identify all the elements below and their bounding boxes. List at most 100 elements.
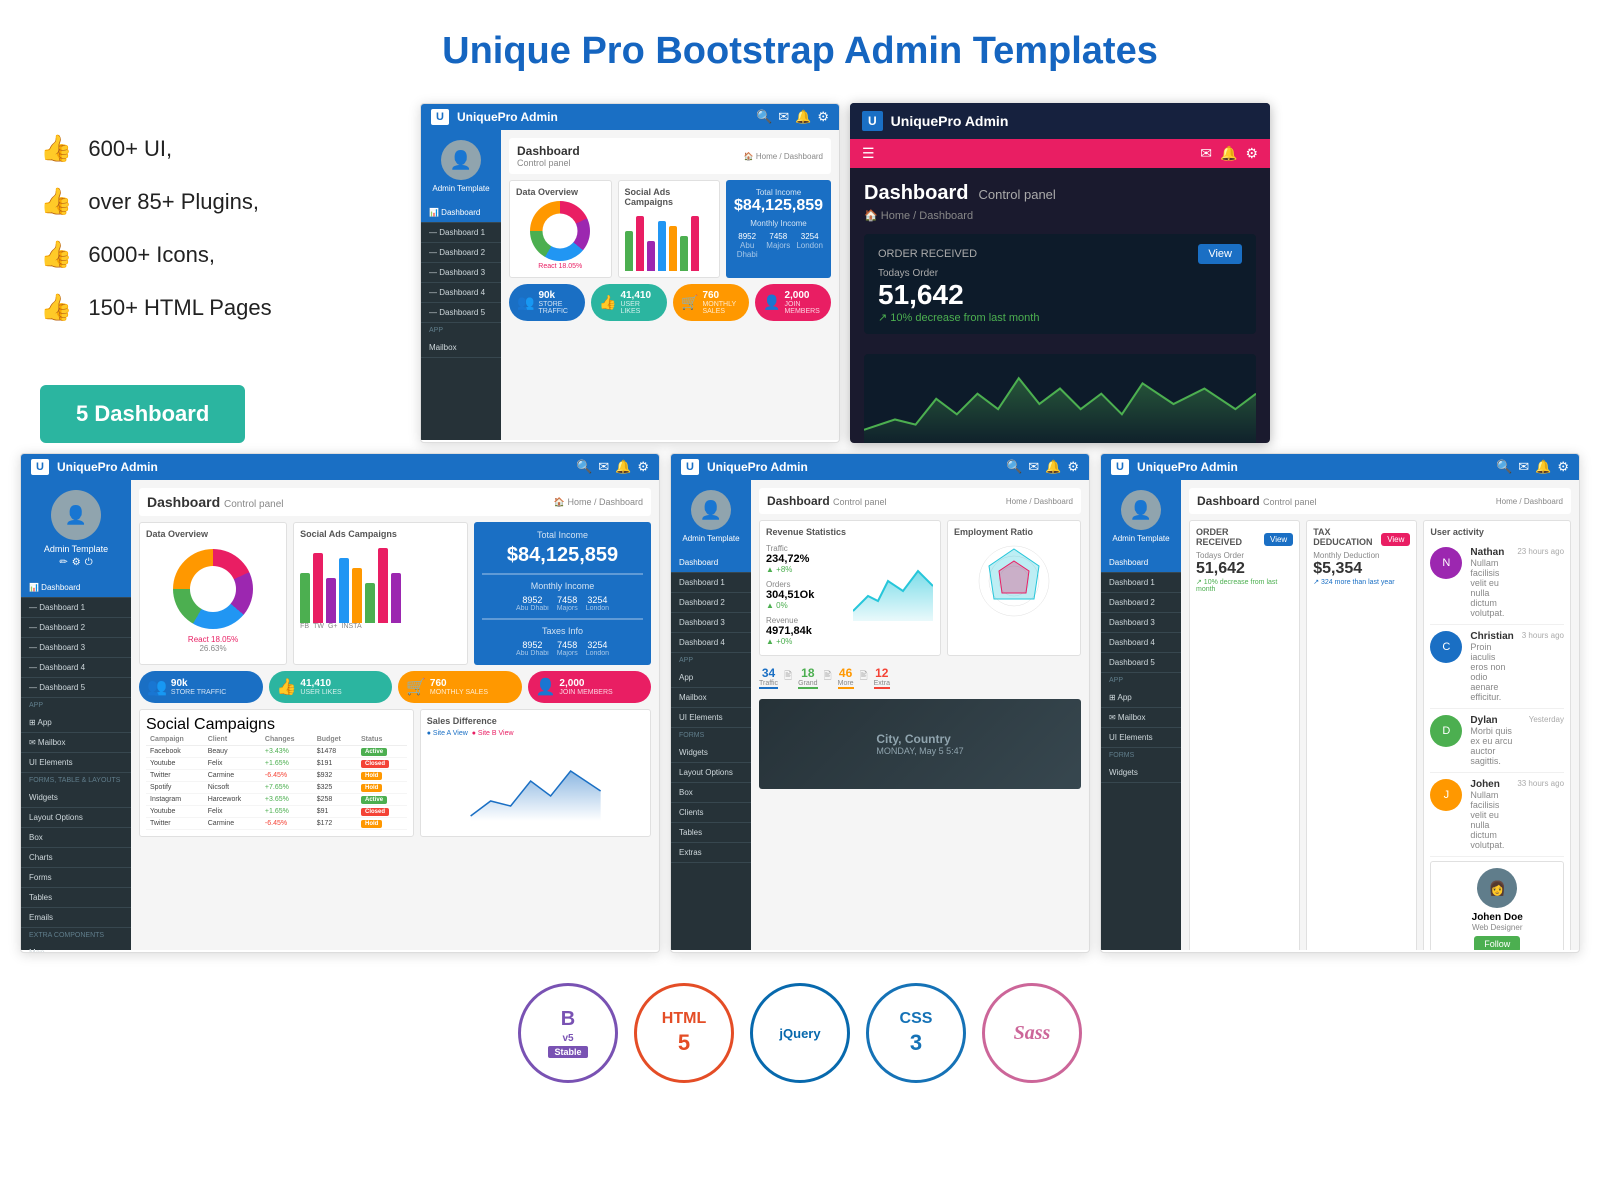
sidebar-item-d5[interactable]: — Dashboard 5 — [421, 303, 501, 323]
mid-sidebar-extras[interactable]: Extras — [671, 843, 751, 863]
large-header-icons: 🔍 ✉ 🔔 ⚙ — [576, 459, 649, 475]
mid-sidebar-d4[interactable]: Dashboard 4 — [671, 633, 751, 653]
large-gear-icon[interactable]: ⚙ — [637, 459, 649, 475]
large-sidebar-dashboard[interactable]: 📊 Dashboard — [21, 578, 131, 598]
mid-gear-icon[interactable]: ⚙ — [1067, 459, 1079, 475]
feature-item-1: 👍600+ UI, — [40, 133, 400, 164]
order-view-button[interactable]: View — [1198, 244, 1242, 264]
sidebar-item-d4[interactable]: — Dashboard 4 — [421, 283, 501, 303]
sales-diff-title: Sales Difference — [427, 716, 644, 726]
table-row: YoutubeFelix+1.65%$191Closed — [146, 758, 407, 770]
mid-sidebar-mailbox[interactable]: Mailbox — [671, 688, 751, 708]
mid-sidebar-ui[interactable]: UI Elements — [671, 708, 751, 728]
large-sidebar-d3[interactable]: — Dashboard 3 — [21, 638, 131, 658]
gear-icon[interactable]: ⚙ — [817, 109, 829, 125]
large-sidebar-layout[interactable]: Layout Options — [21, 808, 131, 828]
large-sidebar-d1[interactable]: — Dashboard 1 — [21, 598, 131, 618]
right-sidebar-d1[interactable]: Dashboard 1 — [1101, 573, 1181, 593]
bar-1 — [625, 231, 633, 271]
large-stat-4: 👤 2,000JOIN MEMBERS — [528, 671, 652, 703]
bell-icon[interactable]: 🔔 — [795, 109, 811, 125]
large-sidebar-map[interactable]: Map — [21, 943, 131, 953]
avatar-logout-icon[interactable]: ⏻ — [85, 557, 93, 568]
large-sidebar-d2[interactable]: — Dashboard 2 — [21, 618, 131, 638]
sidebar-item-d3[interactable]: — Dashboard 3 — [421, 263, 501, 283]
nav-bell-icon[interactable]: 🔔 — [1220, 145, 1237, 162]
mid-sidebar-app-item[interactable]: App — [671, 668, 751, 688]
sidebar-item-dashboard[interactable]: 📊 Dashboard — [421, 203, 501, 223]
nav-gear-icon[interactable]: ⚙ — [1245, 145, 1258, 162]
follow-button[interactable]: Follow — [1474, 936, 1520, 950]
large-sidebar-mailbox[interactable]: ✉ Mailbox — [21, 733, 131, 753]
mid-sidebar-layout[interactable]: Layout Options — [671, 763, 751, 783]
right-sidebar-ui[interactable]: UI Elements — [1101, 728, 1181, 748]
order-line-chart — [864, 354, 1256, 443]
large-sidebar-app-item[interactable]: ⊞ App — [21, 713, 131, 733]
avatar-edit-icon[interactable]: ✏ — [59, 557, 67, 568]
right-sidebar-app-item[interactable]: ⊞ App — [1101, 688, 1181, 708]
large-sidebar-widgets[interactable]: Widgets — [21, 788, 131, 808]
mid-mail-icon[interactable]: ✉ — [1028, 459, 1039, 475]
sidebar-item-mailbox[interactable]: Mailbox — [421, 338, 501, 358]
nav-menu-icon[interactable]: ☰ — [862, 145, 875, 162]
mid-sidebar-d1[interactable]: Dashboard 1 — [671, 573, 751, 593]
sales-diff-chart — [427, 741, 644, 821]
right-mail-icon[interactable]: ✉ — [1518, 459, 1529, 475]
order-change: ↗ 10% decrease from last month — [878, 311, 1242, 324]
large-bell-icon[interactable]: 🔔 — [615, 459, 631, 475]
right-bell-icon[interactable]: 🔔 — [1535, 459, 1551, 475]
dashboard-badge[interactable]: 5 Dashboard — [40, 385, 245, 443]
right-sidebar-d4[interactable]: Dashboard 4 — [1101, 633, 1181, 653]
mid-sidebar-d3[interactable]: Dashboard 3 — [671, 613, 751, 633]
right-sidebar-d2[interactable]: Dashboard 2 — [1101, 593, 1181, 613]
right-sidebar-d3[interactable]: Dashboard 3 — [1101, 613, 1181, 633]
large-sidebar-tables[interactable]: Tables — [21, 888, 131, 908]
mid-bell-icon[interactable]: 🔔 — [1045, 459, 1061, 475]
right-search-icon[interactable]: 🔍 — [1496, 459, 1512, 475]
large-sidebar-d5[interactable]: — Dashboard 5 — [21, 678, 131, 698]
right-tax-card: TAX DEDUCATION View Monthly Deduction $5… — [1306, 520, 1417, 950]
large-search-icon[interactable]: 🔍 — [576, 459, 592, 475]
right-tax-view-btn[interactable]: View — [1381, 533, 1410, 546]
large-sidebar-forms-item[interactable]: Forms — [21, 868, 131, 888]
avatar-settings-icon[interactable]: ⚙ — [72, 557, 81, 568]
stat-likes: 👍 41,410USER LIKES — [591, 284, 667, 321]
large-sidebar-emails[interactable]: Emails — [21, 908, 131, 928]
large-panel-header: U UniquePro Admin 🔍 ✉ 🔔 ⚙ — [21, 454, 659, 480]
user-activity-title: User activity — [1430, 527, 1564, 537]
mid-sidebar-box[interactable]: Box — [671, 783, 751, 803]
right-order-title: ORDER RECEIVED — [1196, 527, 1264, 547]
large-bar-chart — [300, 543, 461, 623]
mid-sidebar-dashboard[interactable]: Dashboard — [671, 553, 751, 573]
right-sidebar-d5[interactable]: Dashboard 5 — [1101, 653, 1181, 673]
mail-icon[interactable]: ✉ — [778, 109, 789, 125]
right-order-view-btn[interactable]: View — [1264, 533, 1293, 546]
right-avatar-area: 👤 Admin Template — [1101, 480, 1181, 553]
mid-search-icon[interactable]: 🔍 — [1006, 459, 1022, 475]
large-mail-icon[interactable]: ✉ — [598, 459, 609, 475]
right-sidebar-mailbox[interactable]: ✉ Mailbox — [1101, 708, 1181, 728]
total-income-card: Total Income $84,125,859 Monthly Income … — [726, 180, 831, 278]
large-stat-icon-3: 🛒 — [406, 677, 426, 697]
large-sidebar-ui[interactable]: UI Elements — [21, 753, 131, 773]
search-icon[interactable]: 🔍 — [756, 109, 772, 125]
ua-item-3: D Dylan Morbi quis ex eu arcu auctor sag… — [1430, 709, 1564, 773]
ua-time-3: Yesterday — [1529, 715, 1564, 766]
sidebar-item-d1[interactable]: — Dashboard 1 — [421, 223, 501, 243]
right-sidebar-widgets[interactable]: Widgets — [1101, 763, 1181, 783]
nav-mail-icon[interactable]: ✉ — [1200, 145, 1212, 162]
sidebar-item-d2[interactable]: — Dashboard 2 — [421, 243, 501, 263]
right-icons: 🔍 ✉ 🔔 ⚙ — [1496, 459, 1569, 475]
large-sidebar-d4[interactable]: — Dashboard 4 — [21, 658, 131, 678]
table-row: TwitterCarmine-6.45%$172Hold — [146, 818, 407, 830]
large-sidebar-box[interactable]: Box — [21, 828, 131, 848]
mid-sidebar-d2[interactable]: Dashboard 2 — [671, 593, 751, 613]
ua-item-2: C Christian Proin iaculis eros non odio … — [1430, 625, 1564, 709]
right-sidebar-dashboard[interactable]: Dashboard — [1101, 553, 1181, 573]
revenue-stat-row: Revenue 4971,84k ▲ +0% — [766, 613, 847, 649]
large-sidebar-charts[interactable]: Charts — [21, 848, 131, 868]
right-gear-icon[interactable]: ⚙ — [1557, 459, 1569, 475]
mid-sidebar-clients[interactable]: Clients — [671, 803, 751, 823]
mid-sidebar-widgets[interactable]: Widgets — [671, 743, 751, 763]
mid-sidebar-tables[interactable]: Tables — [671, 823, 751, 843]
